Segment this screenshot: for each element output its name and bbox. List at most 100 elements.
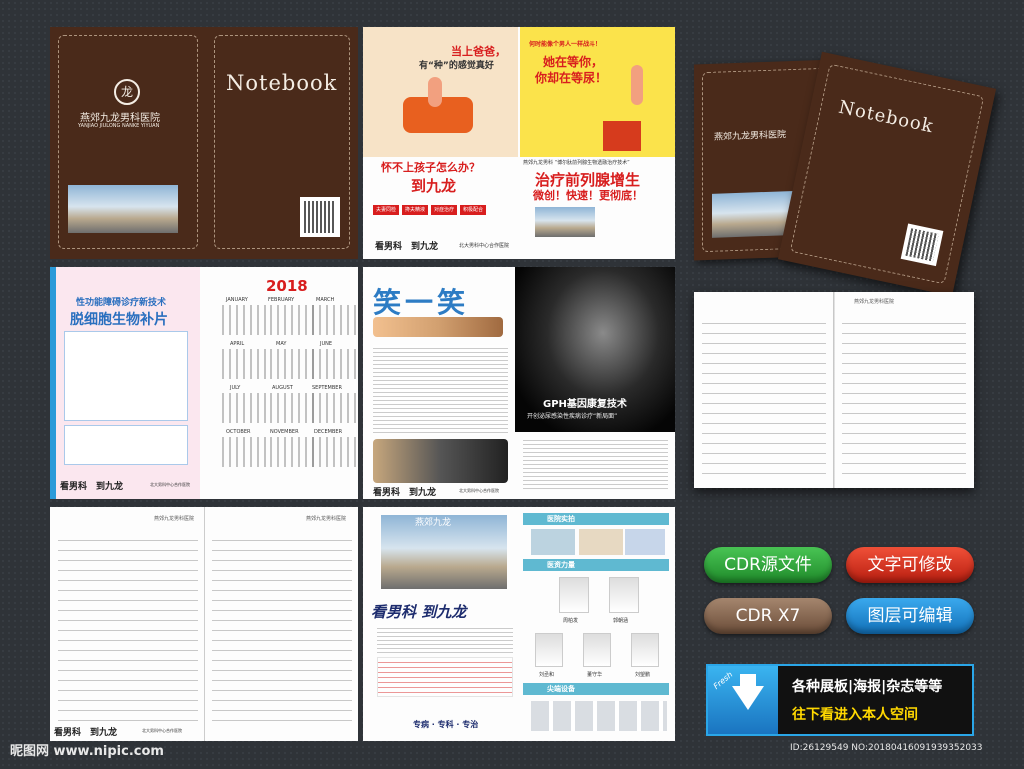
month-grid (312, 349, 358, 379)
footer-slogan: 看男科 到九龙 (60, 482, 124, 492)
month-label: MARCH (316, 297, 335, 303)
section-title: 医资力量 (547, 561, 575, 569)
month-grid (312, 437, 358, 467)
chair-illustration-icon (603, 121, 641, 151)
prostate-tech: 燕郊九龙男科 “博尔肽前列腺生物透融治疗技术” (523, 160, 630, 166)
promo-spread: 当上爸爸， 有“种”的感觉真好 何时能像个男人一样战斗！ 她在等你， 你却在等尿… (363, 27, 675, 259)
ward-photo (531, 529, 575, 555)
hospital-logo-icon: 龙 (114, 79, 140, 105)
section-title: 医院实拍 (547, 515, 575, 523)
month-grid (312, 305, 358, 335)
promo-line1b: 有“种”的感觉真好 (419, 61, 494, 71)
calendar-year: 2018 (266, 277, 308, 295)
tag: 对症治疗 (431, 205, 458, 215)
doctor-name: 周柏发 (563, 618, 579, 624)
month-grid (222, 393, 270, 423)
month-label: MAY (276, 341, 287, 347)
footer-slogan: 看男科 到九龙 (373, 488, 437, 498)
product-title-2: 脱细胞生物补片 (70, 312, 168, 328)
hospital-sign: 燕郊九龙 (415, 518, 452, 528)
gph-title: GPH基因康复技术 (543, 399, 627, 410)
ruled-page-spread: 燕郊九龙男科医院 燕郊九龙男科医院 看男科 到九龙 北大男科中心合作医院 (50, 507, 358, 741)
product-hex-icons (64, 425, 188, 465)
tag: 积极配合 (460, 205, 487, 215)
notebook-cover-spread: 龙 燕郊九龙男科医院 YANJIAO JIULONG NANKE YIYUAN … (50, 27, 358, 259)
month-label: SEPTEMBER (312, 385, 342, 391)
ad-line1: 各种展板|海报|杂志等等 (792, 679, 943, 695)
humor-banner: 笑一笑 (373, 286, 470, 319)
humor-text-block (373, 345, 508, 435)
section-header (523, 559, 669, 571)
notebook-spine (833, 292, 835, 488)
notebook-title: Notebook (226, 71, 338, 95)
section-header (523, 513, 669, 525)
mascot-icon (428, 77, 442, 107)
ward-photo (579, 529, 623, 555)
tag: 夫妻同检 (373, 205, 400, 215)
promo-line1a: 当上爸爸， (451, 45, 506, 58)
product-calendar-spread: 性功能障碍诊疗新技术 脱细胞生物补片 看男科 到九龙 北大男科中心合作医院 20… (50, 267, 358, 499)
doctor-portrait (631, 633, 659, 667)
hospital-photo (68, 185, 178, 233)
prostate-subtitle: 微创！快速！更彻底！ (533, 189, 643, 202)
ward-photo (625, 529, 665, 555)
footer-partner: 北大男科中心合作医院 (142, 728, 182, 733)
month-label: NOVEMBER (270, 429, 299, 435)
bottom-tagline: 专病 · 专科 · 专治 (413, 720, 479, 729)
ruled-lines-right (842, 314, 966, 476)
cdr-x7-badge: CDR X7 (704, 598, 832, 634)
header-logo: 燕郊九龙男科医院 (154, 516, 195, 522)
layer-editable-badge: 图层可编辑 (846, 598, 974, 634)
answer-jiulong: 到九龙 (411, 177, 457, 195)
header-logo: 燕郊九龙男科医院 (306, 516, 347, 522)
month-grid (222, 305, 270, 335)
doctor-name: 刘丞和 (539, 672, 555, 678)
doctor-portrait (583, 633, 611, 667)
question-infertile: 怀不上孩子怎么办？ (381, 161, 480, 174)
promo-line2c: 你却在等尿！ (535, 71, 608, 85)
promo-ad-banner[interactable]: Fresh 各种展板|海报|杂志等等 往下看进入本人空间 (706, 664, 974, 736)
cdr-source-badge: CDR源文件 (704, 547, 832, 583)
doctor-name: 郭朝涵 (613, 618, 629, 624)
promo-line2b: 她在等你， (543, 55, 604, 69)
month-grid (312, 393, 358, 423)
product-page-accent (50, 267, 56, 499)
footer-partner: 北大男科中心合作医院 (459, 488, 499, 493)
footer-partner: 北大男科中心合作医院 (459, 243, 510, 249)
month-grid (222, 349, 270, 379)
hospital-info-spread: 燕郊九龙 看男科 到九龙 专病 · 专科 · 专治 医院实拍 医资力量 周柏发 … (363, 507, 675, 741)
month-label: JULY (230, 385, 241, 391)
cartoon-faces (373, 317, 503, 337)
footer-slogan: 看男科 到九龙 (54, 728, 118, 738)
hospital-name-en: YANJIAO JIULONG NANKE YIYUAN (78, 123, 160, 129)
download-arrow-icon (732, 686, 764, 710)
hospital-name: 燕郊九龙男科医院 (80, 113, 160, 124)
month-label: FEBRUARY (268, 297, 295, 303)
month-grid (270, 393, 318, 423)
site-watermark: 昵图网 www.nipic.com (10, 744, 164, 759)
feature-list (377, 657, 513, 697)
promo-line2a: 何时能像个男人一样战斗！ (529, 41, 602, 48)
equipment-photos (531, 701, 667, 731)
month-label: OCTOBER (226, 429, 251, 435)
month-grid (222, 437, 270, 467)
ruled-lines-left (702, 314, 826, 476)
text-editable-badge: 文字可修改 (846, 547, 974, 583)
ruled-lines-left (58, 531, 198, 721)
qr-code (300, 197, 340, 237)
month-label: JUNE (320, 341, 333, 347)
open-notebook-mockup: 燕郊九龙男科医院 (694, 292, 974, 488)
section-header (523, 683, 669, 695)
month-label: DECEMBER (314, 429, 343, 435)
doctor-portrait (609, 577, 639, 613)
month-label: AUGUST (272, 385, 293, 391)
header-logo: 燕郊九龙男科医院 (854, 299, 895, 305)
cartoon-characters (373, 439, 508, 483)
month-label: APRIL (230, 341, 245, 347)
ruled-lines-right (212, 531, 352, 721)
download-arrow-stem (740, 674, 756, 688)
footer-slogan: 看男科 到九龙 (375, 242, 439, 252)
tag: 搀夫精液 (402, 205, 429, 215)
humor-gph-spread: 笑一笑 看男科 到九龙 北大男科中心合作医院 GPH基因康复技术 开创泌尿感染性… (363, 267, 675, 499)
page-divider (204, 507, 205, 741)
